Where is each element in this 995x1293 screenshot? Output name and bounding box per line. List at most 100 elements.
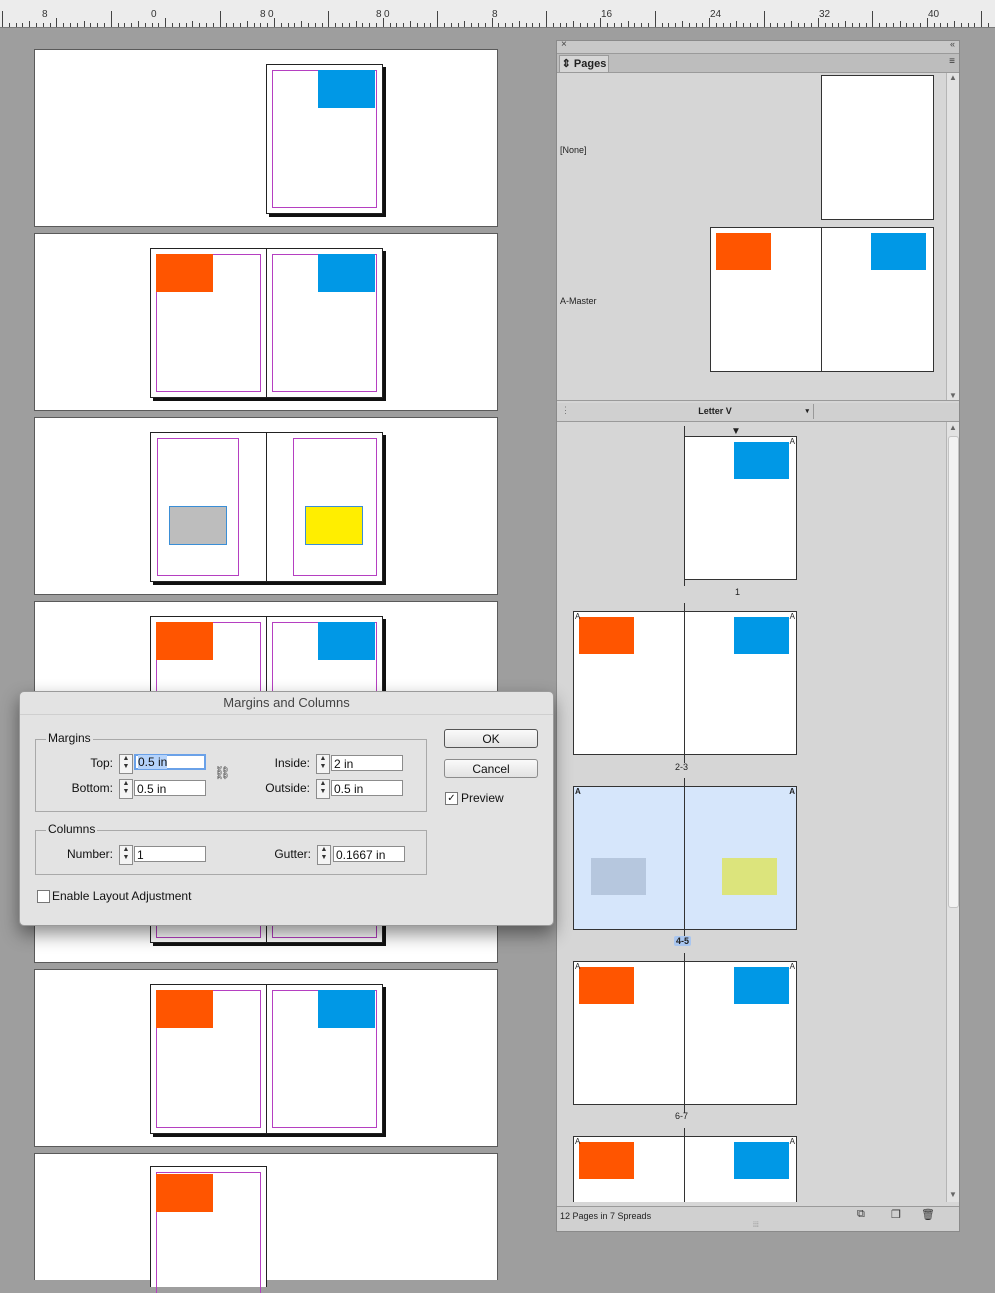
scroll-down-icon[interactable]: ▼	[949, 1190, 957, 1199]
ruler-tick	[206, 23, 207, 27]
gutter-stepper[interactable]: ▲ ▼	[317, 845, 331, 865]
bottom-stepper[interactable]: ▲ ▼	[119, 779, 133, 799]
master-a-thumbnail[interactable]	[710, 227, 934, 372]
bottom-field[interactable]: 0.5 in	[134, 780, 206, 796]
blue-rectangle	[871, 233, 926, 270]
edit-page-size-icon[interactable]: ⧉	[857, 1208, 865, 1221]
resize-grip-icon[interactable]: ⁞⁞⁞	[753, 1222, 759, 1229]
grip-icon[interactable]: ⋮	[561, 405, 570, 416]
panel-menu-icon[interactable]: ≡	[949, 56, 955, 67]
close-icon[interactable]: ×	[561, 39, 567, 50]
horizontal-ruler[interactable]: 8 0 8 0 8 0 8 16 24 32 40	[0, 0, 995, 28]
top-field[interactable]: 0.5 in	[134, 754, 206, 770]
orange-rectangle[interactable]	[156, 254, 213, 292]
page-size-select[interactable]: Letter V ▾	[617, 404, 814, 419]
blue-rectangle[interactable]	[318, 622, 375, 660]
scroll-thumb[interactable]	[948, 436, 959, 908]
ruler-tick	[383, 18, 384, 27]
master-indicator: A	[789, 787, 795, 796]
page[interactable]	[266, 984, 383, 1134]
spread-label[interactable]: 6-7	[675, 1111, 688, 1121]
gutter-field[interactable]: 0.1667 in	[333, 846, 405, 862]
spread-1[interactable]	[34, 49, 498, 227]
ok-button[interactable]: OK	[444, 729, 538, 748]
blue-rectangle	[734, 1142, 789, 1179]
spread-8-9-thumbnail[interactable]: A A	[573, 1136, 797, 1202]
ruler-tick	[233, 23, 234, 27]
enable-layout-adjustment-checkbox[interactable]	[37, 890, 50, 903]
master-none-thumbnail[interactable]	[821, 75, 934, 220]
number-field[interactable]: 1	[134, 846, 206, 862]
gray-rectangle[interactable]	[169, 506, 227, 545]
ruler-tick	[240, 23, 241, 27]
page[interactable]	[266, 432, 383, 582]
ruler-tick	[138, 21, 139, 27]
ruler-tick	[587, 23, 588, 27]
page[interactable]	[266, 64, 383, 214]
ruler-tick	[281, 23, 282, 27]
page[interactable]	[150, 1166, 267, 1293]
spread-label[interactable]: 1	[735, 587, 740, 597]
ruler-tick	[145, 23, 146, 27]
masters-scrollbar[interactable]: ▲ ▼	[946, 73, 959, 400]
yellow-rectangle[interactable]	[305, 506, 363, 545]
master-a-label[interactable]: A-Master	[560, 296, 597, 306]
master-none-label[interactable]: [None]	[560, 145, 587, 155]
ruler-tick	[328, 11, 329, 27]
blue-rectangle[interactable]	[318, 990, 375, 1028]
top-stepper[interactable]: ▲ ▼	[119, 754, 133, 774]
columns-group-label: Columns	[46, 822, 98, 836]
page[interactable]	[150, 248, 267, 398]
spread-label[interactable]: 4-5	[674, 936, 692, 946]
tab-pages[interactable]: ⇕ Pages	[559, 55, 609, 72]
dialog-title: Margins and Columns	[20, 692, 553, 715]
ruler-tick	[192, 21, 193, 27]
page[interactable]	[150, 432, 267, 582]
spread-4-5-thumbnail[interactable]: A A	[573, 786, 797, 930]
inside-field[interactable]: 2 in	[331, 755, 403, 771]
chain-link-icon[interactable]: ⛓	[214, 765, 231, 781]
page-1-thumbnail[interactable]: A	[684, 436, 797, 580]
ruler-tick	[90, 23, 91, 27]
pages-scrollbar[interactable]: ▲ ▼	[946, 422, 959, 1202]
spread-2-3-thumbnail[interactable]: A A	[573, 611, 797, 755]
page[interactable]	[266, 248, 383, 398]
ruler-tick	[594, 23, 595, 27]
blue-rectangle[interactable]	[318, 254, 375, 292]
scroll-up-icon[interactable]: ▲	[949, 73, 957, 82]
spread-label[interactable]: 2-3	[675, 762, 688, 772]
collapse-icon[interactable]: «	[950, 39, 955, 49]
spread-7[interactable]	[34, 1153, 498, 1293]
ruler-tick	[546, 11, 547, 27]
number-stepper[interactable]: ▲ ▼	[119, 845, 133, 865]
inside-stepper[interactable]: ▲ ▼	[316, 754, 330, 774]
spread-6[interactable]	[34, 969, 498, 1147]
ruler-tick	[764, 11, 765, 27]
spread-6-7-thumbnail[interactable]: A A	[573, 961, 797, 1105]
ruler-label: 32	[819, 9, 831, 20]
orange-rectangle[interactable]	[156, 990, 213, 1028]
spread-2[interactable]	[34, 233, 498, 411]
scroll-down-icon[interactable]: ▼	[949, 391, 957, 400]
blue-rectangle[interactable]	[318, 70, 375, 108]
outside-field[interactable]: 0.5 in	[331, 780, 403, 796]
ruler-tick	[335, 23, 336, 27]
ruler-tick	[696, 23, 697, 27]
ruler-tick	[213, 23, 214, 27]
new-page-icon[interactable]: ❐	[891, 1208, 901, 1221]
ruler-tick	[573, 21, 574, 27]
ruler-tick	[634, 23, 635, 27]
orange-rectangle[interactable]	[156, 622, 213, 660]
scroll-up-icon[interactable]: ▲	[949, 423, 957, 432]
spread-3[interactable]	[34, 417, 498, 595]
ruler-tick	[16, 23, 17, 27]
ruler-tick	[832, 23, 833, 27]
trash-icon[interactable]: 🗑	[921, 1208, 935, 1221]
cancel-button[interactable]: Cancel	[444, 759, 538, 778]
orange-rectangle[interactable]	[156, 1174, 213, 1212]
preview-checkbox[interactable]: ✓	[445, 792, 458, 805]
ruler-tick	[2, 11, 3, 27]
page[interactable]	[150, 984, 267, 1134]
outside-stepper[interactable]: ▲ ▼	[316, 779, 330, 799]
ruler-tick	[927, 18, 928, 27]
